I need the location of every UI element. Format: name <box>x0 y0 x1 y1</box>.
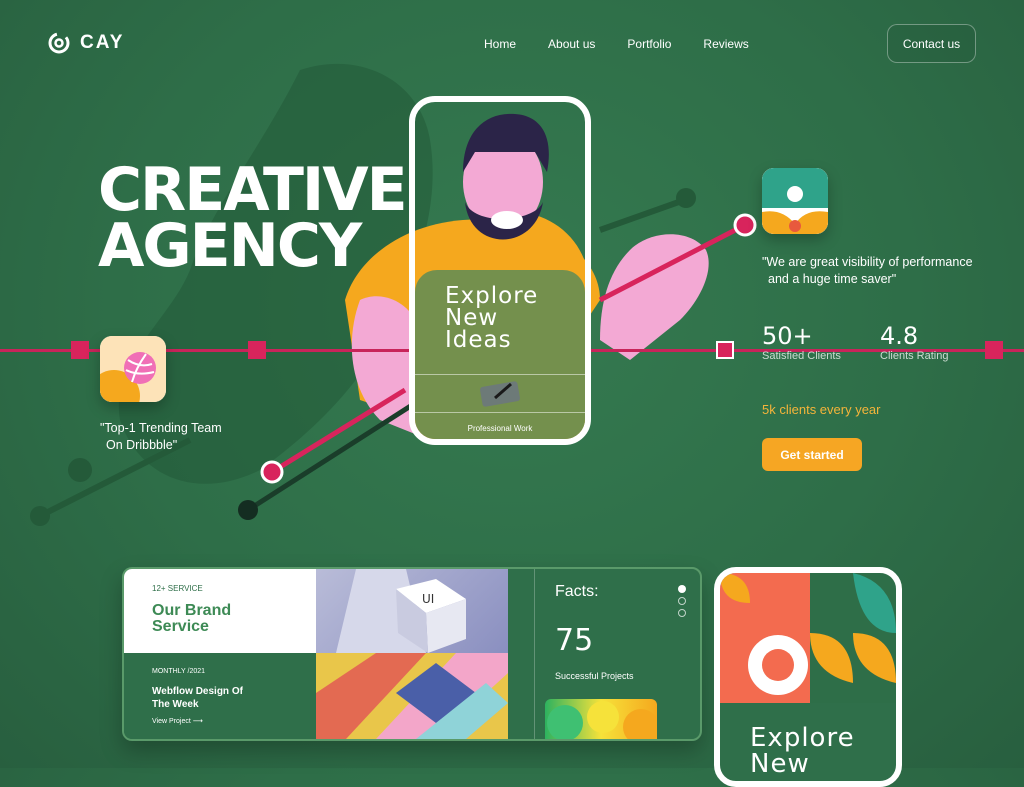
facts-panel: Facts: 75 Successful Projects <box>534 569 669 739</box>
trending-quote-line2: On Dribbble" <box>106 438 178 452</box>
cube-image: UI <box>316 569 508 653</box>
tablet-pen-icon <box>480 381 520 407</box>
week-title: Webflow Design Of The Week <box>152 685 243 711</box>
facts-thumbnail <box>545 699 657 739</box>
hero-title-line2: AGENCY <box>98 211 362 281</box>
preview-phone-line1: Explore <box>750 723 855 753</box>
geometric-art <box>720 573 896 703</box>
hero-phone: Explore New Ideas Professional Work <box>409 96 591 445</box>
hero-title: CREATIVE AGENCY <box>98 155 408 281</box>
carousel-dot[interactable] <box>678 585 686 593</box>
stat-value: 50+ <box>762 322 813 350</box>
get-started-button[interactable]: Get started <box>762 438 862 471</box>
phone-headline-line3: Ideas <box>445 327 512 353</box>
preview-phone: Explore New <box>714 567 902 787</box>
facts-label: Successful Projects <box>555 671 634 681</box>
preview-phone-text: Explore New <box>750 725 855 777</box>
node-square <box>71 341 89 359</box>
webflow-panel[interactable]: MONTHLY /2021 Webflow Design Of The Week… <box>124 653 316 739</box>
stat-value: 4.8 <box>880 322 919 350</box>
nav-portfolio[interactable]: Portfolio <box>627 37 671 51</box>
nav-reviews[interactable]: Reviews <box>703 37 748 51</box>
preview-phone-line2: New <box>750 749 810 779</box>
stat-label: Satisfied Clients <box>762 350 841 362</box>
carousel-dots <box>678 585 686 617</box>
brand-logo[interactable]: CAY <box>48 32 124 54</box>
stat-rating: 4.8 Clients Rating <box>880 322 948 362</box>
node-square <box>985 341 1003 359</box>
dribbble-icon <box>100 336 166 402</box>
trending-quote-line1: "Top-1 Trending Team <box>100 421 222 435</box>
divider <box>415 412 585 413</box>
carousel-dot[interactable] <box>678 609 686 617</box>
showcase-card: 12+ SERVICE Our Brand Service UI MONTHLY… <box>122 567 702 741</box>
phone-headline-line1: Explore <box>445 283 539 309</box>
brand-kicker: 12+ SERVICE <box>152 584 203 593</box>
phone-caption: Professional Work <box>467 424 533 433</box>
week-kicker: MONTHLY /2021 <box>152 668 206 675</box>
brand-name: CAY <box>80 32 125 53</box>
node-square <box>248 341 266 359</box>
app-tile[interactable] <box>762 168 828 234</box>
facts-number: 75 <box>555 623 594 658</box>
brand-service-panel[interactable]: 12+ SERVICE Our Brand Service <box>124 569 316 653</box>
performance-quote-line1: "We are great visibility of performance <box>762 255 973 269</box>
divider <box>415 374 585 375</box>
brand-title-line2: Service <box>152 618 209 635</box>
phone-headline-line2: New <box>445 305 499 331</box>
contact-button[interactable]: Contact us <box>887 24 976 63</box>
paper-art-image <box>316 653 508 739</box>
arrow-right-icon: ⟶ <box>192 718 203 725</box>
logo-icon <box>48 32 70 54</box>
main-nav: Home About us Portfolio Reviews <box>484 37 781 51</box>
nav-home[interactable]: Home <box>484 37 516 51</box>
nav-about[interactable]: About us <box>548 37 595 51</box>
facts-title: Facts: <box>555 583 599 600</box>
carousel-dot[interactable] <box>678 597 686 605</box>
performance-quote-line2: and a huge time saver" <box>768 272 897 286</box>
node-square <box>716 341 734 359</box>
trending-quote: "Top-1 Trending Team On Dribbble" <box>100 420 222 454</box>
clients-year-text: 5k clients every year <box>762 402 881 417</box>
hero-title-line1: CREATIVE <box>98 155 408 225</box>
performance-quote: "We are great visibility of performance … <box>762 254 973 288</box>
stat-label: Clients Rating <box>880 350 949 362</box>
view-project-label: View Project <box>152 718 191 725</box>
brand-title-line1: Our Brand <box>152 602 232 619</box>
dribbble-tile[interactable] <box>100 336 166 402</box>
cube-text: UI <box>422 592 434 606</box>
week-title-line1: Webflow Design Of <box>152 686 243 697</box>
stat-clients: 50+ Satisfied Clients <box>762 322 841 362</box>
view-project-link[interactable]: View Project ⟶ <box>152 717 203 725</box>
week-title-line2: The Week <box>152 699 199 710</box>
phone-headline: Explore New Ideas <box>445 283 539 353</box>
app-icon <box>762 168 828 234</box>
brand-title: Our Brand Service <box>152 603 231 635</box>
